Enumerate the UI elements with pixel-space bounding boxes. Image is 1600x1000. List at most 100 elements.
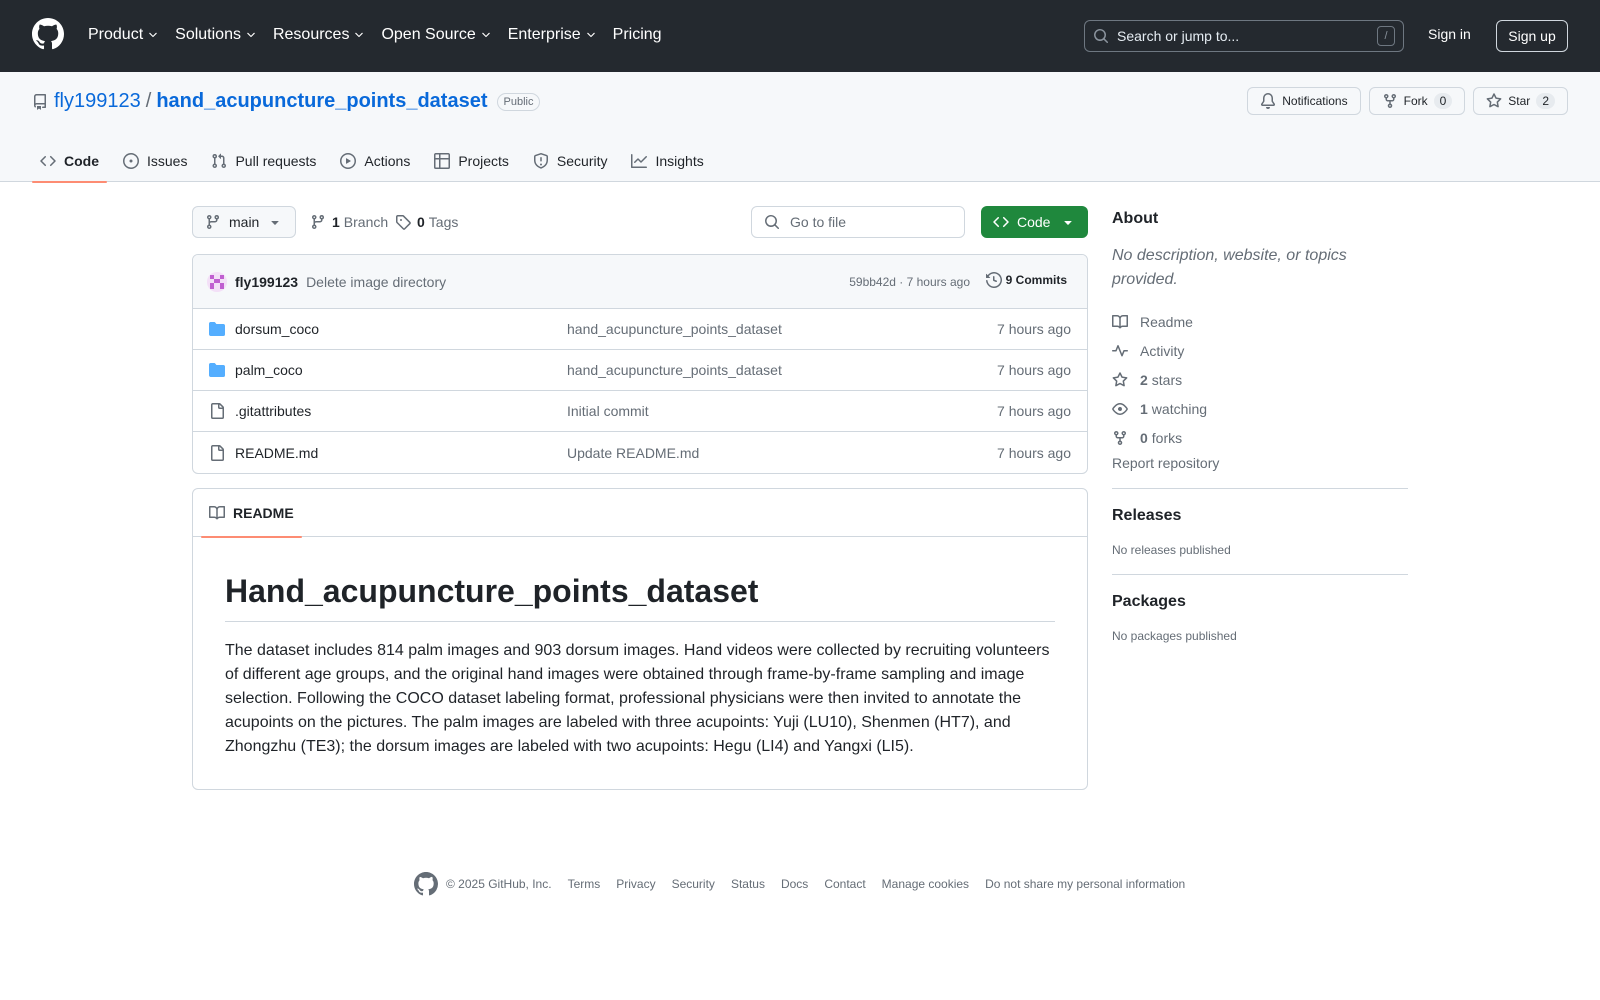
play-icon (340, 153, 357, 169)
nav-product[interactable]: Product (88, 22, 159, 48)
sidebar-divider (1112, 574, 1408, 575)
github-mark-icon[interactable] (32, 18, 64, 50)
file-age: 7 hours ago (997, 362, 1071, 378)
table-row[interactable]: .gitattributes Initial commit 7 hours ag… (193, 391, 1087, 432)
fork-icon (1114, 430, 1126, 445)
folder-icon (209, 322, 225, 336)
table-row[interactable]: palm_coco hand_acupuncture_points_datase… (193, 350, 1087, 391)
tab-security[interactable]: Security (525, 140, 616, 182)
latest-commit-row: fly199123 Delete image directory 59bb42d… (193, 255, 1087, 309)
file-name-link[interactable]: dorsum_coco (235, 321, 319, 337)
file-icon (211, 403, 224, 419)
global-search[interactable]: Search or jump to... / (1084, 20, 1404, 52)
nav-enterprise[interactable]: Enterprise (508, 22, 597, 48)
eye-icon (1112, 402, 1128, 415)
issue-icon (123, 153, 139, 169)
table-icon (434, 153, 451, 169)
footer-link-privacy[interactable]: Privacy (616, 877, 655, 891)
commit-message[interactable]: Delete image directory (306, 274, 446, 290)
tag-count: 0 (417, 214, 425, 230)
notifications-button[interactable]: Notifications (1247, 87, 1361, 115)
go-to-file-input[interactable]: Go to file (751, 206, 965, 238)
branch-name: main (229, 214, 260, 230)
chevron-down-icon (247, 32, 255, 38)
book-icon (209, 505, 225, 520)
releases-title[interactable]: Releases (1112, 507, 1408, 525)
tab-actions[interactable]: Actions (332, 140, 418, 182)
fork-button[interactable]: Fork 0 (1368, 87, 1466, 115)
bell-icon (1261, 93, 1276, 109)
sign-up-button[interactable]: Sign up (1496, 20, 1568, 52)
file-commit-message[interactable]: hand_acupuncture_points_dataset (567, 321, 782, 337)
packages-title[interactable]: Packages (1112, 593, 1408, 611)
table-row[interactable]: README.md Update README.md 7 hours ago (193, 432, 1087, 473)
star-button[interactable]: Star 2 (1473, 87, 1568, 115)
file-name-link[interactable]: README.md (235, 445, 318, 461)
file-name-link[interactable]: .gitattributes (235, 403, 311, 419)
tab-insights[interactable]: Insights (623, 140, 711, 182)
watching-link[interactable]: 1 watching (1112, 394, 1408, 423)
stars-label: stars (1151, 371, 1183, 388)
commit-meta[interactable]: 59bb42d · 7 hours ago (849, 275, 970, 289)
file-commit-message[interactable]: Initial commit (567, 403, 649, 419)
repo-name-link[interactable]: hand_acupuncture_points_dataset (156, 90, 487, 113)
code-icon (40, 155, 56, 167)
repo-header: fly199123 / hand_acupuncture_points_data… (0, 72, 1600, 183)
file-commit-message[interactable]: hand_acupuncture_points_dataset (567, 362, 782, 378)
visibility-badge: Public (496, 92, 541, 111)
footer-link-contact[interactable]: Contact (824, 877, 865, 891)
history-icon (985, 272, 1002, 288)
branch-selector[interactable]: main (192, 206, 296, 238)
branch-icon (311, 215, 324, 230)
shield-icon (533, 153, 548, 169)
code-button[interactable]: Code (981, 206, 1088, 238)
watching-count: 1 (1140, 400, 1148, 417)
fork-icon (1383, 94, 1396, 109)
watching-label: watching (1151, 400, 1208, 417)
footer-link-do-not-share[interactable]: Do not share my personal information (985, 877, 1185, 891)
forks-link[interactable]: 0 forks (1112, 423, 1408, 452)
tags-link[interactable]: 0 Tags (395, 214, 458, 230)
activity-link[interactable]: Activity (1112, 336, 1408, 365)
tab-label: Code (64, 153, 99, 169)
readme-link[interactable]: Readme (1112, 307, 1408, 336)
nav-resources[interactable]: Resources (273, 22, 365, 48)
nav-pricing[interactable]: Pricing (613, 22, 662, 48)
branches-link[interactable]: 1 Branch (310, 214, 388, 230)
global-header: Product Solutions Resources Open Source … (0, 0, 1600, 72)
github-mark-icon[interactable] (414, 872, 438, 896)
file-commit-message[interactable]: Update README.md (567, 445, 699, 461)
nav-solutions[interactable]: Solutions (175, 22, 257, 48)
commits-link[interactable]: 9 Commits (985, 272, 1067, 288)
search-placeholder: Search or jump to... (1117, 28, 1240, 44)
tab-issues[interactable]: Issues (115, 140, 195, 182)
caret-down-icon (271, 221, 279, 225)
footer-link-status[interactable]: Status (731, 877, 765, 891)
tab-pull-requests[interactable]: Pull requests (203, 140, 324, 182)
folder-icon (209, 363, 225, 377)
nav-open-source[interactable]: Open Source (381, 22, 491, 48)
repo-owner-link[interactable]: fly199123 (54, 90, 141, 113)
footer-link-manage-cookies[interactable]: Manage cookies (882, 877, 969, 891)
sign-in-link[interactable]: Sign in (1428, 26, 1471, 42)
readme-tab[interactable]: README (201, 489, 302, 538)
readme-tab-label: README (233, 505, 294, 521)
footer-link-terms[interactable]: Terms (568, 877, 601, 891)
report-repository-link[interactable]: Report repository (1112, 455, 1408, 471)
footer-link-docs[interactable]: Docs (781, 877, 808, 891)
tab-projects[interactable]: Projects (426, 140, 517, 182)
commit-author[interactable]: fly199123 (235, 274, 298, 290)
footer-link-security[interactable]: Security (672, 877, 715, 891)
file-name-link[interactable]: palm_coco (235, 362, 303, 378)
stars-link[interactable]: 2 stars (1112, 365, 1408, 394)
forks-label: forks (1151, 429, 1183, 446)
notifications-label: Notifications (1282, 94, 1348, 108)
tab-code[interactable]: Code (32, 140, 107, 183)
caret-down-icon (1064, 221, 1072, 225)
table-row[interactable]: dorsum_coco hand_acupuncture_points_data… (193, 309, 1087, 350)
avatar[interactable] (207, 271, 227, 292)
tab-label: Actions (364, 153, 411, 169)
star-icon (1112, 371, 1128, 386)
footer-copyright: © 2025 GitHub, Inc. (446, 877, 552, 891)
nav-label: Resources (272, 26, 350, 43)
